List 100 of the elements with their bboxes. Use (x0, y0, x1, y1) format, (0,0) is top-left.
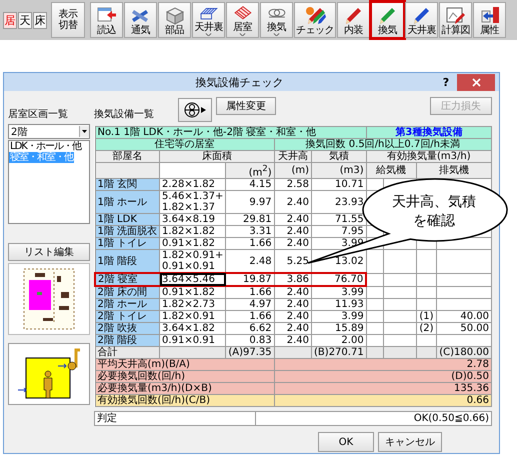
toolbar-button[interactable]: 天井裏 (192, 2, 225, 38)
column-header: 部屋名 (95, 150, 160, 162)
list-edit-button[interactable]: リスト編集 (8, 243, 90, 261)
table-cell: 2.40 (274, 190, 312, 214)
close-icon (472, 78, 480, 86)
unit-label: (m) (274, 162, 312, 179)
toolbar-button[interactable]: 換気 (260, 2, 293, 38)
table-cell: 7.95 (312, 226, 366, 238)
judgement-value: OK(0.50≦0.66) (412, 412, 490, 426)
table-cell: 2.40 (274, 310, 312, 323)
judgement-label: 判定 (95, 412, 256, 426)
column-header: 排気機 (416, 162, 492, 179)
table-cell[interactable]: 5.46×1.37+ 1.82×1.37 (160, 190, 226, 214)
table-cell[interactable]: 2階 トイレ (95, 310, 160, 323)
table-cell[interactable]: 2階 階段 (95, 334, 160, 347)
table-cell: 6.62 (226, 322, 274, 335)
table-cell[interactable]: 0.91×1.82 (160, 238, 226, 250)
floor-dropdown[interactable]: 2階 (8, 124, 90, 139)
table-cell[interactable]: 2階 ホール (95, 298, 160, 311)
table-cell: 10.71 (312, 178, 366, 191)
room-list-item[interactable]: LDK・ホール・他 (9, 141, 82, 152)
table-cell[interactable]: 3.64×1.82 (160, 322, 226, 335)
table-cell: 3.86 (274, 273, 312, 286)
table-cell: 3.31 (226, 226, 274, 238)
table-cell[interactable]: 1.82×2.73 (160, 298, 226, 311)
table-cell: 15.89 (312, 322, 366, 335)
table-cell: 4.15 (226, 178, 274, 191)
column-header: 有効換気量(m3/h) (366, 150, 492, 162)
view-toggle[interactable]: 居 (3, 12, 17, 28)
tool-icon (164, 4, 185, 24)
table-cell[interactable]: 1.82×0.91 (160, 310, 226, 323)
table-cell[interactable]: 1階 トイレ (95, 238, 160, 250)
column-header: 給気機 (366, 162, 416, 179)
table-cell: 2.40 (274, 214, 312, 226)
table-cell[interactable]: 1階 LDK (95, 214, 160, 226)
toolbar-button[interactable]: 通気 (124, 2, 157, 38)
table-cell[interactable]: 1階 玄関 (95, 178, 160, 191)
column-header: 床面積 (160, 150, 274, 162)
table-cell: 1.66 (226, 238, 274, 250)
view-toggle[interactable]: 天 (18, 12, 32, 28)
tool-icon (304, 4, 326, 24)
column-header: 気積 (312, 150, 366, 162)
attribute-change-button[interactable]: 属性変更 (216, 97, 276, 115)
view-toggle[interactable]: 床 (33, 12, 47, 28)
floor-plan-drawing (23, 268, 75, 330)
tool-icon (232, 4, 253, 22)
table-cell: 29.81 (226, 214, 274, 226)
table-cell: 3.99 (312, 310, 366, 323)
table-cell: (2) (416, 322, 437, 335)
table-cell[interactable]: 2階 寝室 (95, 273, 160, 286)
table-cell[interactable]: 2階 吹抜 (95, 322, 160, 335)
view-switch-button[interactable]: 表示切替 (51, 2, 85, 38)
table-cell: 換気回数 0.5回/h以上0.7回/h未満 (274, 138, 492, 150)
table-cell: 有効換気回数(回/h)(C/B) (95, 394, 274, 407)
toolbar-button[interactable]: 居室 (226, 2, 259, 38)
toolbar-button[interactable]: 天井裏 (405, 2, 438, 38)
toolbar-button[interactable]: 読込 (90, 2, 123, 38)
table-cell: 50.00 (436, 322, 492, 335)
toolbar-button[interactable]: 属性 (473, 2, 506, 38)
unit-label: (m3) (312, 162, 366, 179)
table-cell[interactable]: 2.28×1.82 (160, 178, 226, 191)
dialog-button[interactable]: キャンセル (378, 432, 442, 452)
dialog-button[interactable]: OK (318, 432, 374, 452)
table-cell: (1) (416, 310, 437, 323)
table-cell: 19.87 (226, 273, 274, 286)
toolbar-button[interactable]: 計算図 (439, 2, 472, 38)
table-cell[interactable]: 1.82×1.82 (160, 226, 226, 238)
table-cell: 2.40 (274, 238, 312, 250)
table-cell: 11.93 (312, 298, 366, 311)
table-cell: 1.66 (226, 310, 274, 323)
callout-text: 天井高、気積を確認 (391, 193, 477, 231)
table-title: No.1 1階 LDK・ホール・他-2階 寝室・和室・他 (95, 126, 366, 138)
table-cell[interactable]: 1階 階段 (95, 250, 160, 274)
toolbar-button[interactable]: チェック (294, 2, 336, 38)
caret-icon (205, 32, 212, 36)
unit-label: (m$^{2}$) (226, 162, 274, 179)
fan-arrow-icon (182, 102, 208, 118)
table-cell[interactable]: 0.91×1.82 (160, 286, 226, 299)
table-cell[interactable]: 1階 ホール (95, 190, 160, 214)
table-cell[interactable]: 1階 洗面脱衣 (95, 226, 160, 238)
table-cell: 1.66 (226, 286, 274, 299)
toolbar-button[interactable]: 換気 (371, 2, 404, 38)
table-cell[interactable]: 2階 床の間 (95, 286, 160, 299)
table-cell: 2.40 (274, 298, 312, 311)
equipment-list-label: 換気設備一覧 (94, 108, 155, 122)
toolbar-button[interactable]: 部品 (158, 2, 191, 38)
fan-add-button[interactable] (178, 98, 212, 122)
close-button[interactable] (457, 74, 495, 90)
table-cell: 76.70 (312, 273, 366, 286)
table-cell[interactable]: 3.64×8.19 (160, 214, 226, 226)
toolbar-button[interactable]: 内装 (337, 2, 370, 38)
caret-icon (239, 32, 246, 36)
table-cell[interactable]: 3.64×5.46 (160, 273, 226, 286)
help-button[interactable]: ? (435, 76, 457, 88)
room-list-label: 居室区画一覧 (8, 108, 69, 122)
tool-icon (479, 4, 500, 24)
table-cell: 住宅等の居室 (95, 138, 274, 150)
caret-icon (273, 32, 280, 36)
table-cell: 2.58 (274, 178, 312, 191)
table-cell: 40.00 (436, 310, 492, 323)
